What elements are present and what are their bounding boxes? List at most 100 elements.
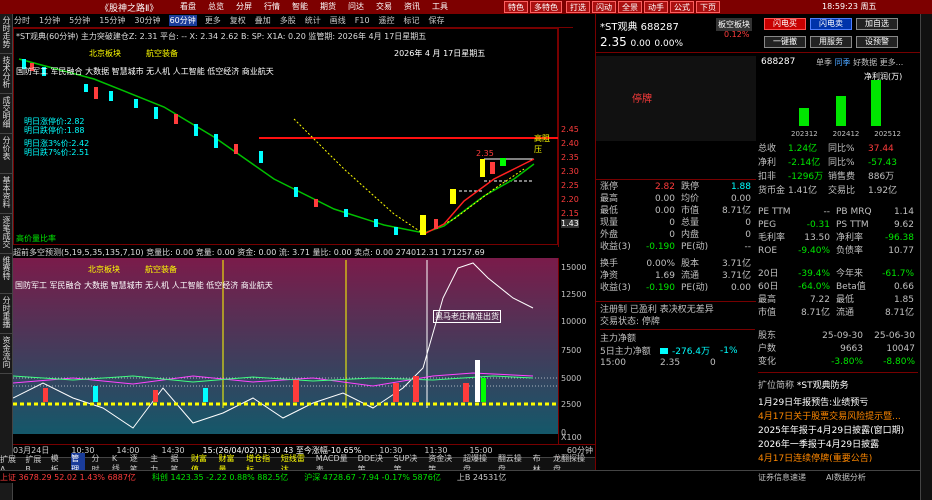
cancel-all-button[interactable]: 一键撤 (764, 36, 806, 48)
price-axis: 2.45 2.40 2.35 2.30 2.25 2.20 2.15 1.43 … (558, 28, 595, 458)
profit-bar-1 (836, 96, 846, 126)
val-row-3: ROE -9.40% 负债率 10.77 (758, 246, 914, 256)
quote-row-3: 现量 0 总量 0 (600, 218, 751, 228)
quick-button-7[interactable]: 下页 (696, 1, 720, 13)
news-tab-1[interactable]: AI数据分析 (826, 472, 866, 483)
menu-item-9[interactable]: 工具 (432, 2, 448, 11)
news-item-4[interactable]: 4月17日连续停牌(重要公告) (758, 452, 918, 466)
quick-button-2[interactable]: 打选 (566, 1, 590, 13)
menu-item-2[interactable]: 分屏 (236, 2, 252, 11)
menu-item-0[interactable]: 看盘 (180, 2, 196, 11)
left-tab-7[interactable]: 分时重播 (0, 294, 13, 334)
news-item-2[interactable]: 2025年年报于4月29日披露(窗口期) (758, 424, 918, 438)
quick-button-0[interactable]: 特色 (504, 1, 528, 13)
menu-item-1[interactable]: 总览 (208, 2, 224, 11)
indicator-info-line: 超前多空预测(5,19,5,35,135,7,10) 竞量比: 0.00 竞量:… (13, 247, 595, 258)
quick-button-4[interactable]: 全景 (618, 1, 642, 13)
info-rows: 明日涨停价:2.82 明日跌停价:1.88 明日涨3%价:2.42 明日跌7%价… (24, 117, 89, 157)
left-tab-3[interactable]: 分价表 (0, 134, 13, 174)
indicator-panel[interactable]: 北京板块 航空装备 国防军工 军民融合 大数据 智慧城市 无人机 人工智能 低空… (13, 258, 558, 434)
left-tab-strip: 分时走势 技术分析 成交明细 分价表 基本资料 逐笔成交 维赛特 分时重播 资金… (0, 14, 13, 500)
period-9[interactable]: 多股 (279, 15, 297, 26)
left-tab-5[interactable]: 逐笔成交 (0, 214, 13, 254)
menu-item-3[interactable]: 行情 (264, 2, 280, 11)
period-10[interactable]: 统计 (304, 15, 322, 26)
period-12[interactable]: F10 (354, 16, 371, 25)
period-8[interactable]: 叠加 (254, 15, 272, 26)
quick-button-3[interactable]: 闪动 (592, 1, 616, 13)
menu-item-8[interactable]: 资讯 (404, 2, 420, 11)
news-item-0[interactable]: 1月29日年报预告:业绩预亏 (758, 396, 918, 410)
period-11[interactable]: 画线 (329, 15, 347, 26)
left-tab-6[interactable]: 维赛特 (0, 254, 13, 294)
app-title: 《股神之路Ⅱ》 (100, 4, 159, 14)
period-15[interactable]: 保存 (428, 15, 446, 26)
flash-sell-button[interactable]: 闪电卖 (810, 18, 852, 30)
period-14[interactable]: 标记 (403, 15, 421, 26)
axis-tick-3: 2.30 (561, 167, 579, 176)
quote2-row-1: 净资 1.69 流通 3.71亿 (600, 271, 751, 281)
news-item-3[interactable]: 2026年一季报于4月29日披露 (758, 438, 918, 452)
axis-tick-1: 2.40 (561, 139, 579, 148)
period-0[interactable]: 分时 (13, 15, 31, 26)
news-tab-0[interactable]: 证券信息速递 (758, 472, 806, 483)
period-3[interactable]: 15分钟 (98, 15, 126, 26)
index-kc[interactable]: 科创 1423.35 -2.22 0.88% 882.5亿 (152, 472, 288, 483)
add-watchlist-button[interactable]: 加自选 (856, 18, 898, 30)
quick-button-6[interactable]: 公式 (670, 1, 694, 13)
notes: 注册制 已盈利 表决权无差异 交易状态: 停牌 (600, 304, 714, 328)
service-button[interactable]: 用服务 (810, 36, 852, 48)
alert-button[interactable]: 设预警 (856, 36, 898, 48)
menu-item-7[interactable]: 交易 (376, 2, 392, 11)
region-tag[interactable]: 北京板块 (89, 48, 121, 59)
left-tab-8[interactable]: 资金流向 (0, 334, 13, 374)
kline-chart[interactable]: *ST观典(60分钟) 主力突破建仓Z: 2.31 平台: -- X: 2.34… (13, 28, 559, 245)
chart-tabs: 单季 同季 好数据 更多... (816, 57, 903, 68)
code-label: 688287 (761, 57, 796, 67)
info-row-1: 明日跌停价:1.88 (24, 126, 85, 135)
index-sh[interactable]: 上证 3678.29 52.02 1.43% 6887亿 (0, 472, 136, 483)
profit-bars (799, 80, 881, 126)
period-1[interactable]: 1分钟 (38, 15, 61, 26)
right-scrollbar[interactable] (920, 14, 932, 500)
chart-tab-3[interactable]: 更多... (880, 58, 904, 67)
holder-row-2: 变化 -3.80% -8.80% (758, 357, 915, 367)
quote2-row-2: 收益(3) -0.190 PE(动) 0.00 (600, 283, 751, 293)
clock: 18:59:23 周五 (822, 2, 877, 11)
index-b[interactable]: 上B 24531亿 (457, 472, 506, 483)
lower-concept-tag[interactable]: 航空装备 (145, 264, 177, 275)
ma-green-line (18, 58, 535, 234)
bottom-label: 高价量比率 (16, 234, 56, 243)
flash-buy-button[interactable]: 闪电买 (764, 18, 806, 30)
news-item-1[interactable]: 4月17日关于股票交易风险提示暨... (758, 410, 918, 424)
index-hs[interactable]: 沪深 4728.67 -7.94 -0.17% 5876亿 (304, 472, 441, 483)
period-7[interactable]: 复权 (229, 15, 247, 26)
axis-tick-4: 2.25 (561, 181, 579, 190)
period-6[interactable]: 更多 (204, 15, 222, 26)
note-0: 注册制 已盈利 表决权无差异 (600, 305, 714, 315)
lower-axis-1: 12500 (561, 290, 587, 299)
left-tab-2[interactable]: 成交明细 (0, 94, 13, 134)
val-row-0: PE TTM -- PB MRQ 1.14 (758, 207, 914, 217)
x-unit: X100 (561, 433, 582, 442)
chart-tab-0[interactable]: 单季 (816, 58, 832, 67)
lower-region-tag[interactable]: 北京板块 (88, 264, 120, 275)
left-tab-4[interactable]: 基本资料 (0, 174, 13, 214)
high-label: 2.35 (476, 149, 494, 158)
menu-item-6[interactable]: 问达 (348, 2, 364, 11)
left-tab-1[interactable]: 技术分析 (0, 54, 13, 94)
chart-tab-2[interactable]: 好数据 (853, 58, 877, 67)
quick-button-1[interactable]: 多特色 (530, 1, 562, 13)
chart-tab-1[interactable]: 同季 (835, 58, 851, 67)
val-row-2: 毛利率 13.50 净利率 -96.38 (758, 233, 914, 243)
menu-item-5[interactable]: 期货 (320, 2, 336, 11)
left-tab-0[interactable]: 分时走势 (0, 14, 13, 54)
perf-table: 20日 -39.4% 今年来 -61.7% 60日 -64.0% Beta值 0.66 最高… (758, 268, 918, 320)
period-5[interactable]: 60分钟 (168, 15, 197, 26)
period-13[interactable]: 遥控 (378, 15, 396, 26)
period-4[interactable]: 30分钟 (133, 15, 161, 26)
concept-tag[interactable]: 航空装备 (146, 48, 178, 59)
quick-button-5[interactable]: 动手 (644, 1, 668, 13)
menu-item-4[interactable]: 智能 (292, 2, 308, 11)
period-2[interactable]: 5分钟 (68, 15, 91, 26)
